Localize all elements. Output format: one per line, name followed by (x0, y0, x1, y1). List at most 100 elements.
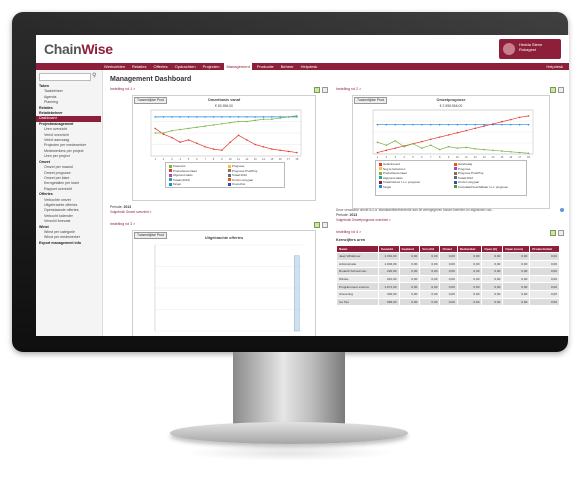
menu-item[interactable]: Management (224, 63, 252, 70)
legend-swatch (228, 178, 231, 182)
table-cell: 0,00 (456, 297, 483, 307)
data-point (474, 127, 477, 130)
table-row[interactable]: Ivo Tas 996,00 0,00 0,00 0,00 0,00 0,00 0,00 0,0… (336, 297, 560, 307)
table-row[interactable]: Programmeur externe 1.671,00 0,00 0,00 0,00 0… (336, 282, 560, 291)
export-icon[interactable] (314, 222, 320, 228)
table-header[interactable]: Declarabel (456, 245, 483, 253)
x-tick-label: 2 (386, 155, 388, 159)
table-header[interactable]: Gepland (398, 245, 421, 253)
table-cell: 0,00 (456, 259, 483, 269)
panel-settings-link[interactable]: Instelling rol 2 > (336, 87, 361, 91)
menu-item[interactable]: Relaties (130, 63, 148, 70)
table-header[interactable]: Naam (336, 245, 379, 253)
table-row[interactable]: Adminstratie 1.002,00 0,00 0,00 0,00 0,00 0,00… (336, 259, 560, 269)
data-point (465, 123, 468, 126)
x-tick-label: 3 (171, 157, 173, 161)
data-point (483, 125, 485, 127)
x-tick-label: 3 (394, 155, 396, 159)
maximize-icon[interactable] (558, 87, 564, 93)
legend-swatch (379, 180, 382, 184)
table-row[interactable]: Jaap Wildeboer 1.391,00 0,00 0,00 0,00 0,00 0,… (336, 252, 560, 261)
panel-settings-link[interactable]: Instelling rol 4 > (336, 230, 361, 234)
data-point (438, 123, 441, 126)
x-tick-label: 11 (237, 157, 240, 161)
legend-swatch (169, 178, 172, 182)
data-point (509, 151, 512, 153)
table-row[interactable]: Uitvoering 320,00 0,00 0,00 0,00 0,00 0,00 0,00… (336, 289, 560, 299)
data-point (376, 151, 379, 154)
app-logo[interactable]: ChainWise (44, 41, 113, 57)
table-header[interactable]: Open (€) (481, 245, 504, 253)
table-cell: 320,00 (377, 289, 400, 299)
table-cell: 0,00 (398, 267, 421, 276)
data-point (474, 148, 477, 150)
export-icon[interactable] (550, 87, 556, 93)
menu-item[interactable]: Productie (255, 63, 276, 70)
maximize-icon[interactable] (558, 230, 564, 236)
table-cell: Uitvoering (336, 289, 379, 299)
data-point (394, 140, 397, 142)
x-tick-label: 9 (221, 157, 223, 161)
legend-swatch (454, 176, 457, 180)
panel-settings-link[interactable]: Instelling rol 1 > (110, 87, 135, 91)
table-cell: 0,00 (502, 282, 531, 291)
x-tick-label: 16 (279, 157, 282, 161)
data-point (279, 149, 281, 152)
x-tick-label: 5 (188, 157, 190, 161)
user-box[interactable]: Hedda Stene Rokagest (499, 39, 561, 59)
table-row[interactable]: Windie 910,00 0,00 0,00 0,00 0,00 0,00 0,00 0,00 (336, 274, 560, 284)
menu-item[interactable]: Werkvelden (102, 63, 127, 70)
legend-item: Productievoorraad (169, 169, 197, 173)
menu-item[interactable]: Beheer (279, 63, 296, 70)
data-point (171, 136, 173, 139)
table-cell: 0,00 (398, 259, 421, 269)
overview-link[interactable]: Volgebruik Omzet overzicht > (110, 210, 152, 214)
table-cell: 1.002,00 (377, 259, 400, 269)
data-point (154, 127, 156, 130)
maximize-icon[interactable] (322, 87, 328, 93)
table-header[interactable]: Open (uren) (502, 245, 531, 253)
stand-shadow (182, 445, 396, 461)
table-cell: 1.391,00 (377, 252, 400, 261)
export-icon[interactable] (550, 230, 556, 236)
table-cell: 0,00 (419, 267, 441, 276)
search-input[interactable] (39, 73, 91, 81)
info-icon[interactable] (560, 208, 564, 212)
periode-text: Periode: 2013 (336, 213, 357, 217)
export-icon[interactable] (314, 87, 320, 93)
table-cell: 0,00 (529, 259, 560, 269)
table-cell: 0,00 (419, 297, 441, 307)
table-header-row: Naam Gewerkt Gepland Verschil Omzet Declarabe… (336, 245, 560, 253)
menu-item[interactable]: Opdrachten (173, 63, 198, 70)
menu-item[interactable]: Projecten (201, 63, 222, 70)
table-header[interactable]: Verschil (419, 245, 441, 253)
legend-swatch (169, 169, 172, 173)
legend-item: Overschot (228, 182, 245, 186)
search-icon[interactable]: ⚲ (92, 73, 98, 79)
table-cell: 0,00 (481, 282, 504, 291)
legend-label: Totaal 2012 (458, 175, 473, 180)
table-header[interactable]: Omzet (439, 245, 458, 253)
table-cell: Roderik Schuurman (336, 267, 379, 276)
maximize-icon[interactable] (322, 222, 328, 228)
x-tick-label: 13 (254, 157, 257, 161)
data-point (229, 116, 231, 118)
data-point (162, 132, 165, 134)
table-cell: 0,00 (481, 259, 504, 269)
legend-item: Omzet vorig jaar (228, 178, 253, 182)
data-point (492, 123, 494, 125)
help-link[interactable]: Helpdesk (546, 63, 563, 70)
panel-settings-link[interactable]: Instelling rol 3 > (110, 222, 135, 226)
table-row[interactable]: Roderik Schuurman 220,00 0,00 0,00 0,00 0,00 0… (336, 267, 560, 276)
x-tick-label: 14 (492, 155, 495, 159)
legend-label: Prognose Prod/Proj (458, 171, 484, 175)
menu-item[interactable]: Offertes (152, 63, 170, 70)
menu-item[interactable]: Helpdesk (299, 63, 320, 70)
legend-item: Totaal factuur t.o.v. prognose (379, 180, 420, 184)
overview-link[interactable]: Volgebruik Omzetprognose overzicht > (336, 218, 391, 222)
table-cell: 996,00 (377, 297, 400, 307)
table-header[interactable]: Productiviteit (529, 245, 560, 253)
table-header[interactable]: Gewerkt (377, 245, 400, 253)
data-point (403, 123, 405, 126)
sidebar-item[interactable]: Export management info (39, 241, 101, 246)
